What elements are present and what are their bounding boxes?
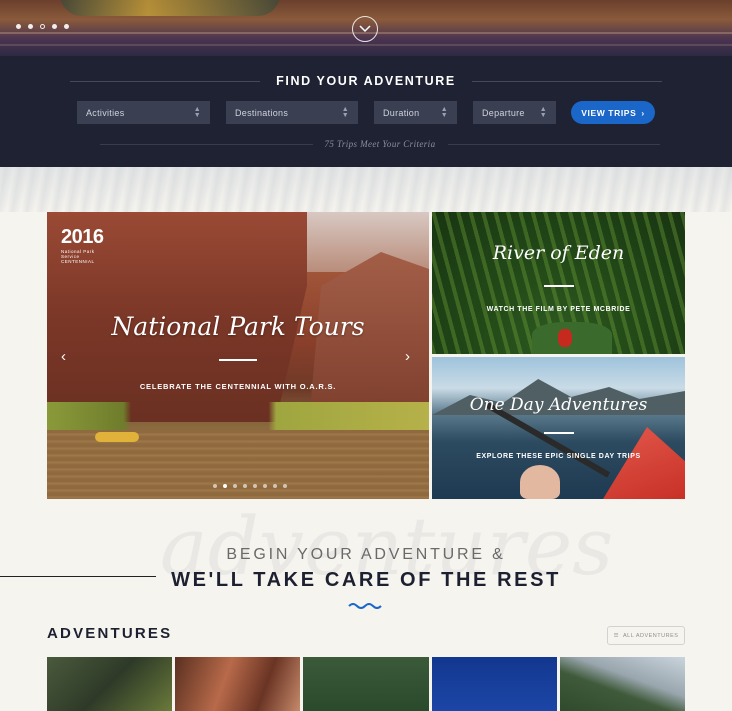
- slide-dot[interactable]: [213, 484, 217, 488]
- tagline-line-1: BEGIN YOUR ADVENTURE &: [226, 546, 506, 563]
- adventure-thumbnail[interactable]: [47, 657, 173, 711]
- slide-dot[interactable]: [273, 484, 277, 488]
- slide-dot[interactable]: [64, 24, 69, 29]
- adventure-thumbnail[interactable]: [175, 657, 301, 711]
- view-trips-label: VIEW TRIPS: [581, 107, 637, 118]
- scroll-down-button[interactable]: [352, 16, 378, 42]
- activities-select-label: Activities: [86, 107, 125, 118]
- water-ripple: [0, 44, 732, 46]
- departure-select-label: Departure: [482, 107, 525, 118]
- hero-slide-dots[interactable]: [16, 24, 69, 29]
- destinations-select[interactable]: Destinations ▲ ▼: [226, 101, 358, 124]
- title-underline: [544, 432, 574, 434]
- wave-icon: [348, 603, 382, 609]
- logo-year: 2016: [61, 226, 104, 248]
- slide-dot[interactable]: [233, 484, 237, 488]
- card-subtitle: EXPLORE THESE EPIC SINGLE DAY TRIPS: [476, 453, 641, 460]
- adventure-thumbnail[interactable]: [431, 657, 557, 711]
- all-adventures-label: ALL ADVENTURES: [623, 632, 679, 639]
- river-of-eden-card[interactable]: River of Eden WATCH THE FILM BY PETE MCB…: [432, 212, 685, 354]
- divider: [100, 143, 313, 145]
- hero-raft-image: [60, 0, 280, 16]
- activities-select[interactable]: Activities ▲ ▼: [77, 101, 210, 124]
- title-underline: [219, 359, 257, 361]
- all-adventures-button[interactable]: ☰ ALL ADVENTURES: [607, 626, 685, 645]
- card-title: One Day Adventures: [469, 395, 648, 415]
- divider: [471, 80, 662, 82]
- duration-select[interactable]: Duration ▲ ▼: [374, 101, 457, 124]
- chevron-right-icon: ›: [641, 107, 645, 118]
- national-park-tours-slide[interactable]: 2016 National Park Service CENTENNIAL Na…: [47, 212, 429, 499]
- riverbank-trees: [47, 402, 429, 432]
- brush-texture: [0, 167, 732, 212]
- trip-count-text: 75 Trips Meet Your Criteria: [324, 139, 436, 149]
- adventure-thumbnail[interactable]: [303, 657, 429, 711]
- slide-dot[interactable]: [283, 484, 287, 488]
- one-day-adventures-card[interactable]: One Day Adventures EXPLORE THESE EPIC SI…: [432, 357, 685, 499]
- select-arrows-icon: ▲ ▼: [539, 105, 547, 119]
- select-arrows-icon: ▲ ▼: [440, 105, 448, 119]
- trip-search-panel: FIND YOUR ADVENTURE Activities ▲ ▼ Destin…: [0, 56, 732, 167]
- chevron-right-icon[interactable]: ›: [405, 348, 410, 365]
- slide-dot[interactable]: [16, 24, 21, 29]
- kayaker: [558, 329, 572, 347]
- search-title: FIND YOUR ADVENTURE: [276, 74, 456, 88]
- slide-dots[interactable]: [213, 484, 287, 488]
- divider: [447, 143, 660, 145]
- centennial-logo: 2016 National Park Service CENTENNIAL: [61, 226, 105, 264]
- kayak-bow: [592, 427, 685, 499]
- slide-dot[interactable]: [253, 484, 257, 488]
- departure-select[interactable]: Departure ▲ ▼: [473, 101, 556, 124]
- duration-select-label: Duration: [383, 107, 420, 118]
- title-underline: [544, 285, 574, 287]
- slide-dot[interactable]: [263, 484, 267, 488]
- logo-text: National Park Service CENTENNIAL: [61, 249, 95, 264]
- hero-banner: [0, 0, 732, 56]
- select-arrows-icon: ▲ ▼: [193, 105, 201, 119]
- chevron-down-icon: [359, 25, 371, 33]
- adventure-thumbnail[interactable]: [559, 657, 686, 711]
- chevron-left-icon[interactable]: ‹: [61, 348, 66, 365]
- slide-subtitle: CELEBRATE THE CENTENNIAL WITH O.A.R.S.: [139, 382, 337, 391]
- hand: [520, 465, 560, 499]
- slide-dot[interactable]: [52, 24, 57, 29]
- stream: [532, 322, 612, 354]
- divider: [70, 80, 261, 82]
- view-trips-button[interactable]: VIEW TRIPS ›: [571, 101, 655, 124]
- raft: [95, 432, 139, 442]
- destinations-select-label: Destinations: [235, 107, 289, 118]
- grid-icon: ☰: [613, 632, 620, 639]
- slide-dot[interactable]: [28, 24, 33, 29]
- adventure-thumbnails: [47, 657, 686, 711]
- slide-dot-active[interactable]: [223, 484, 227, 488]
- slide-title: National Park Tours: [111, 312, 365, 341]
- search-title-row: FIND YOUR ADVENTURE: [70, 73, 662, 89]
- slide-dot[interactable]: [243, 484, 247, 488]
- card-subtitle: WATCH THE FILM BY PETE MCBRIDE: [486, 306, 631, 313]
- adventures-heading: ADVENTURES: [47, 625, 173, 642]
- tagline-line-2: WE'LL TAKE CARE OF THE REST: [171, 569, 561, 591]
- criteria-row: 75 Trips Meet Your Criteria: [100, 138, 660, 150]
- card-title: River of Eden: [492, 242, 625, 264]
- select-arrows-icon: ▲ ▼: [341, 105, 349, 119]
- slide-dot-active[interactable]: [40, 24, 45, 29]
